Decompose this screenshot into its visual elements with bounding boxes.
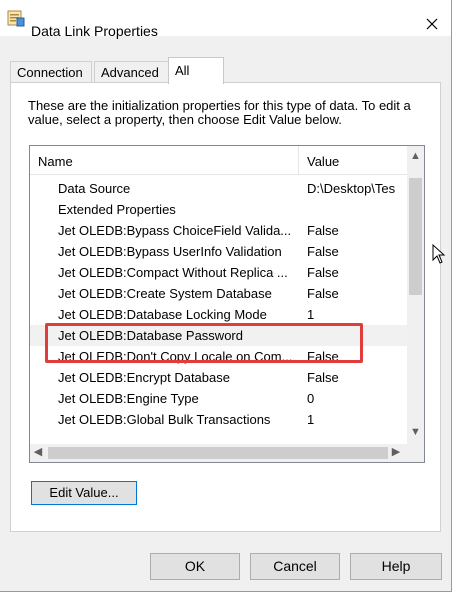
scroll-right-icon[interactable]: ▶ (388, 445, 404, 461)
tab-connection[interactable]: Connection (10, 61, 92, 83)
vertical-scroll-thumb[interactable] (409, 178, 422, 295)
table-row[interactable]: Data Source D:\Desktop\Tes (30, 178, 407, 199)
horizontal-scrollbar[interactable]: ◀ ▶ (30, 444, 424, 462)
properties-grid[interactable]: Name Value Data Source D:\Desktop\Tes Ext… (29, 145, 425, 463)
property-value: False (307, 265, 339, 280)
horizontal-scroll-thumb[interactable] (48, 447, 388, 459)
help-button[interactable]: Help (350, 553, 442, 580)
table-row[interactable]: Jet OLEDB:Encrypt Database False (30, 367, 407, 388)
column-header-value[interactable]: Value (307, 154, 339, 169)
property-value: 0 (307, 391, 315, 406)
property-name: Jet OLEDB:Encrypt Database (58, 370, 230, 385)
cancel-button[interactable]: Cancel (250, 553, 340, 580)
table-row[interactable]: Jet OLEDB:Bypass ChoiceField Valida... Fa… (30, 220, 407, 241)
close-icon[interactable] (414, 12, 450, 36)
tab-advanced[interactable]: Advanced (94, 61, 176, 83)
scroll-up-icon[interactable]: ▲ (407, 150, 424, 166)
table-row[interactable]: Jet OLEDB:Compact Without Replica ... Fal… (30, 262, 407, 283)
vertical-scrollbar[interactable]: ▲ ▼ (407, 146, 424, 444)
property-value: D:\Desktop\Tes (307, 181, 396, 196)
data-link-icon (7, 10, 25, 27)
ok-button[interactable]: OK (150, 553, 240, 580)
table-row[interactable]: Jet OLEDB:Database Locking Mode 1 (30, 304, 407, 325)
title-bar[interactable]: Data Link Properties (0, 0, 451, 39)
property-name: Jet OLEDB:Bypass ChoiceField Valida... (58, 223, 292, 238)
edit-value-button[interactable]: Edit Value... (31, 481, 137, 505)
column-header-name[interactable]: Name (38, 154, 73, 169)
property-name: Jet OLEDB:Database Locking Mode (58, 307, 267, 322)
table-row[interactable]: Jet OLEDB:Create System Database False (30, 283, 407, 304)
description-text: These are the initialization properties … (28, 98, 411, 127)
highlight-annotation (45, 323, 363, 363)
property-value: False (307, 244, 339, 259)
tab-all[interactable]: All (168, 57, 224, 84)
table-row[interactable]: Extended Properties (30, 199, 407, 220)
column-divider[interactable] (298, 146, 299, 174)
property-name: Jet OLEDB:Bypass UserInfo Validation (58, 244, 282, 259)
property-name: Jet OLEDB:Create System Database (58, 286, 272, 301)
property-name: Jet OLEDB:Engine Type (58, 391, 199, 406)
grid-header: Name Value (30, 146, 407, 175)
table-row[interactable]: Jet OLEDB:Engine Type 0 (30, 388, 407, 409)
tab-panel-all: These are the initialization properties … (10, 82, 441, 532)
table-row[interactable]: Jet OLEDB:Global Bulk Transactions 1 (30, 409, 407, 430)
property-value: 1 (307, 307, 315, 322)
table-row[interactable]: Jet OLEDB:Bypass UserInfo Validation Fals… (30, 241, 407, 262)
property-name: Jet OLEDB:Compact Without Replica ... (58, 265, 288, 280)
window-title: Data Link Properties (31, 23, 158, 39)
property-value: False (307, 223, 339, 238)
property-value: False (307, 286, 339, 301)
property-value: 1 (307, 412, 315, 427)
mouse-cursor-icon (432, 244, 446, 264)
property-name: Data Source (58, 181, 131, 196)
scroll-down-icon[interactable]: ▼ (407, 426, 424, 442)
property-name: Extended Properties (58, 202, 176, 217)
scroll-left-icon[interactable]: ◀ (30, 445, 46, 461)
property-name: Jet OLEDB:Global Bulk Transactions (58, 412, 271, 427)
data-link-properties-dialog: Data Link Properties Connection Advanced… (0, 0, 452, 592)
property-value: False (307, 370, 339, 385)
